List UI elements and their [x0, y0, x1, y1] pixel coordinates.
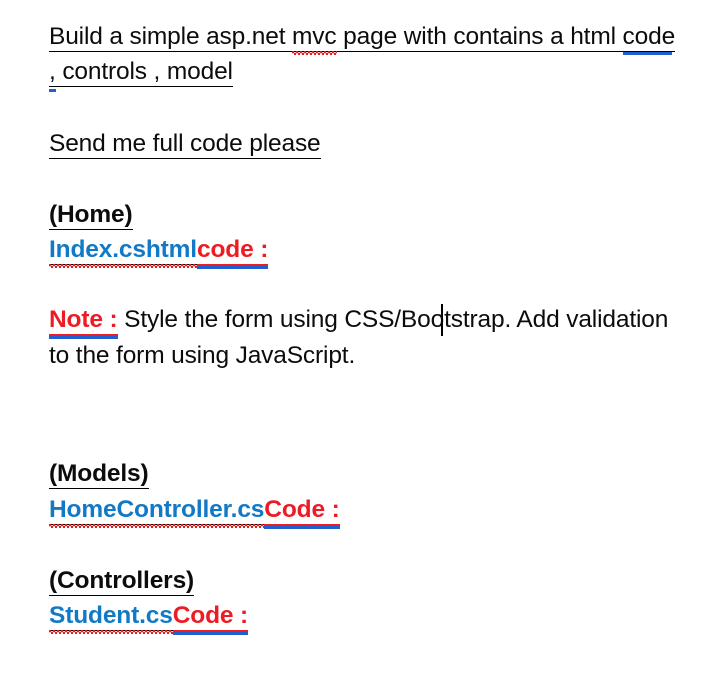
paragraph-student-cs[interactable]: Student.cs Code :	[49, 603, 249, 634]
misspelled-word-mvc[interactable]: mvc	[292, 24, 337, 54]
filename-homecontroller-cs[interactable]: HomeController.cs	[49, 497, 265, 527]
heading-controllers-text: (Controllers)	[49, 567, 195, 596]
student-filename-run: Student.cs	[49, 603, 173, 633]
paragraph-note-line-2[interactable]: to the form using JavaScript.	[49, 342, 356, 369]
heading-home[interactable]: (Home)	[49, 201, 133, 230]
underlined-run: Build a simple asp.net mvc page with con…	[49, 23, 675, 54]
paragraph-request-line-1[interactable]: Build a simple asp.net mvc page with con…	[49, 23, 675, 54]
index-filename-run: Index.cshtml	[49, 237, 197, 267]
label-code-upper-models: Code :	[264, 497, 340, 528]
paragraph-request-line-2[interactable]: , controls , model	[49, 58, 233, 87]
grammar-mark-comma-icon	[49, 89, 56, 92]
label-code-upper-controllers: Code :	[172, 603, 249, 634]
heading-models[interactable]: (Models)	[49, 460, 149, 489]
heading-controllers[interactable]: (Controllers)	[49, 567, 195, 596]
request-text-part-a: Build a simple asp.net	[49, 23, 293, 50]
heading-models-text: (Models)	[49, 460, 149, 489]
note-body-line-2: to the form using JavaScript.	[49, 342, 356, 369]
note-body-part-a: Style the form using CSS/Boo	[117, 306, 445, 333]
label-note: Note :	[49, 307, 118, 338]
text-caret	[441, 304, 443, 336]
homecontroller-filename-run: HomeController.cs	[49, 497, 265, 527]
paragraph-send-request[interactable]: Send me full code please	[49, 130, 321, 159]
paragraph-index-cshtml[interactable]: Index.cshtml code :	[49, 237, 269, 268]
request-text-part-b: page with contains a html	[336, 23, 623, 50]
paragraph-note-line-1[interactable]: Note : Style the form using CSS/Bootstra…	[49, 306, 669, 338]
filename-student-cs[interactable]: Student.cs	[49, 603, 173, 633]
request-line-2-text: , controls , model	[49, 58, 233, 87]
grammar-flagged-word-code[interactable]: code	[622, 24, 675, 54]
document-page: Build a simple asp.net mvc page with con…	[0, 0, 713, 686]
label-code-lower: code :	[196, 237, 269, 268]
heading-home-text: (Home)	[49, 201, 133, 230]
note-body-part-b: tstrap. Add validation	[444, 306, 669, 333]
paragraph-homecontroller-cs[interactable]: HomeController.cs Code :	[49, 497, 340, 528]
send-request-text: Send me full code please	[49, 130, 321, 159]
filename-index-cshtml[interactable]: Index.cshtml	[49, 237, 197, 267]
